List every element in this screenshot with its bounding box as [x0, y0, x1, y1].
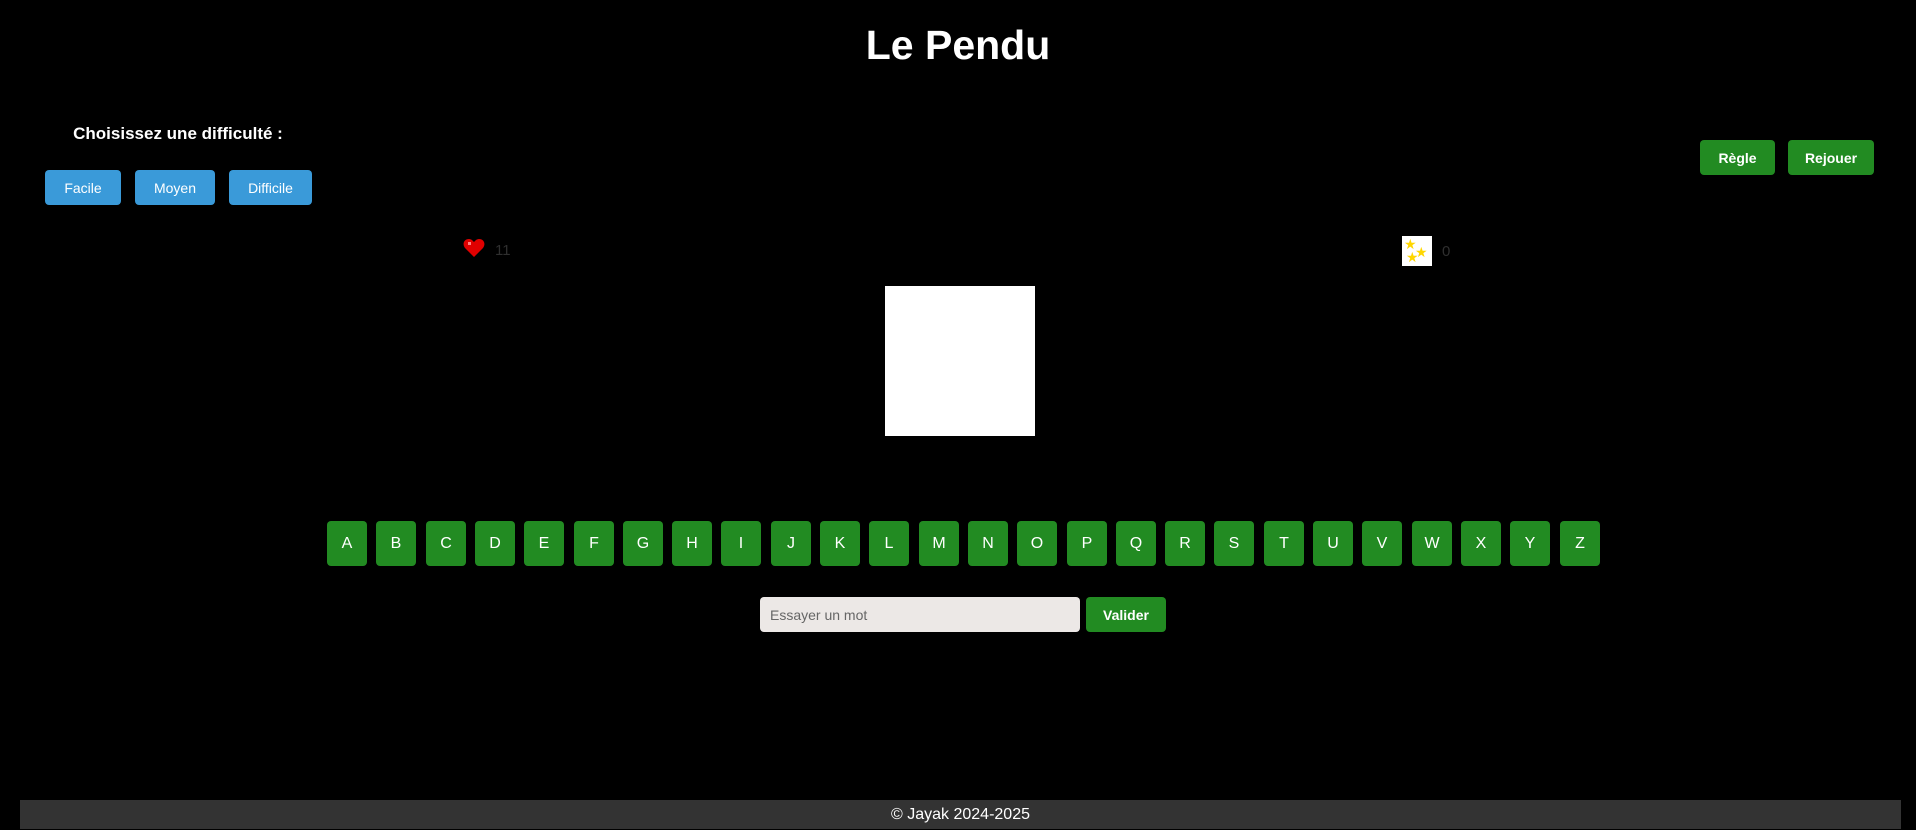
letter-key-l[interactable]: L — [869, 521, 909, 566]
letter-key-a[interactable]: A — [327, 521, 367, 566]
letter-key-h[interactable]: H — [672, 521, 712, 566]
letter-key-z[interactable]: Z — [1560, 521, 1600, 566]
letter-key-k[interactable]: K — [820, 521, 860, 566]
score-counter: ★ ★ ★ 0 — [1402, 236, 1450, 266]
submit-button[interactable]: Valider — [1086, 597, 1166, 632]
rules-button[interactable]: Règle — [1700, 140, 1775, 175]
heart-icon — [463, 238, 485, 263]
letter-key-d[interactable]: D — [475, 521, 515, 566]
letter-key-y[interactable]: Y — [1510, 521, 1550, 566]
letter-key-t[interactable]: T — [1264, 521, 1304, 566]
letter-key-m[interactable]: M — [919, 521, 959, 566]
replay-button[interactable]: Rejouer — [1788, 140, 1874, 175]
easy-button[interactable]: Facile — [45, 170, 121, 205]
letter-key-c[interactable]: C — [426, 521, 466, 566]
difficulty-label: Choisissez une difficulté : — [73, 124, 283, 143]
letter-key-g[interactable]: G — [623, 521, 663, 566]
letter-key-r[interactable]: R — [1165, 521, 1205, 566]
letter-key-w[interactable]: W — [1412, 521, 1452, 566]
letter-key-o[interactable]: O — [1017, 521, 1057, 566]
letter-key-p[interactable]: P — [1067, 521, 1107, 566]
lives-counter: 11 — [463, 238, 511, 263]
hangman-drawing — [885, 286, 1035, 436]
stars-icon: ★ ★ ★ — [1402, 236, 1432, 266]
letter-key-s[interactable]: S — [1214, 521, 1254, 566]
footer: © Jayak 2024-2025 — [20, 800, 1901, 829]
letter-key-f[interactable]: F — [574, 521, 614, 566]
hard-button[interactable]: Difficile — [229, 170, 312, 205]
footer-text: © Jayak 2024-2025 — [891, 805, 1030, 823]
letter-key-u[interactable]: U — [1313, 521, 1353, 566]
letter-key-e[interactable]: E — [524, 521, 564, 566]
letter-key-n[interactable]: N — [968, 521, 1008, 566]
letter-key-b[interactable]: B — [376, 521, 416, 566]
lives-count: 11 — [495, 242, 511, 259]
score-count: 0 — [1442, 242, 1451, 260]
medium-button[interactable]: Moyen — [135, 170, 215, 205]
word-guess-input[interactable] — [760, 597, 1080, 632]
letter-key-j[interactable]: J — [771, 521, 811, 566]
letter-key-x[interactable]: X — [1461, 521, 1501, 566]
letter-key-i[interactable]: I — [721, 521, 761, 566]
letter-key-q[interactable]: Q — [1116, 521, 1156, 566]
letter-key-v[interactable]: V — [1362, 521, 1402, 566]
page-title: Le Pendu — [865, 22, 1051, 68]
